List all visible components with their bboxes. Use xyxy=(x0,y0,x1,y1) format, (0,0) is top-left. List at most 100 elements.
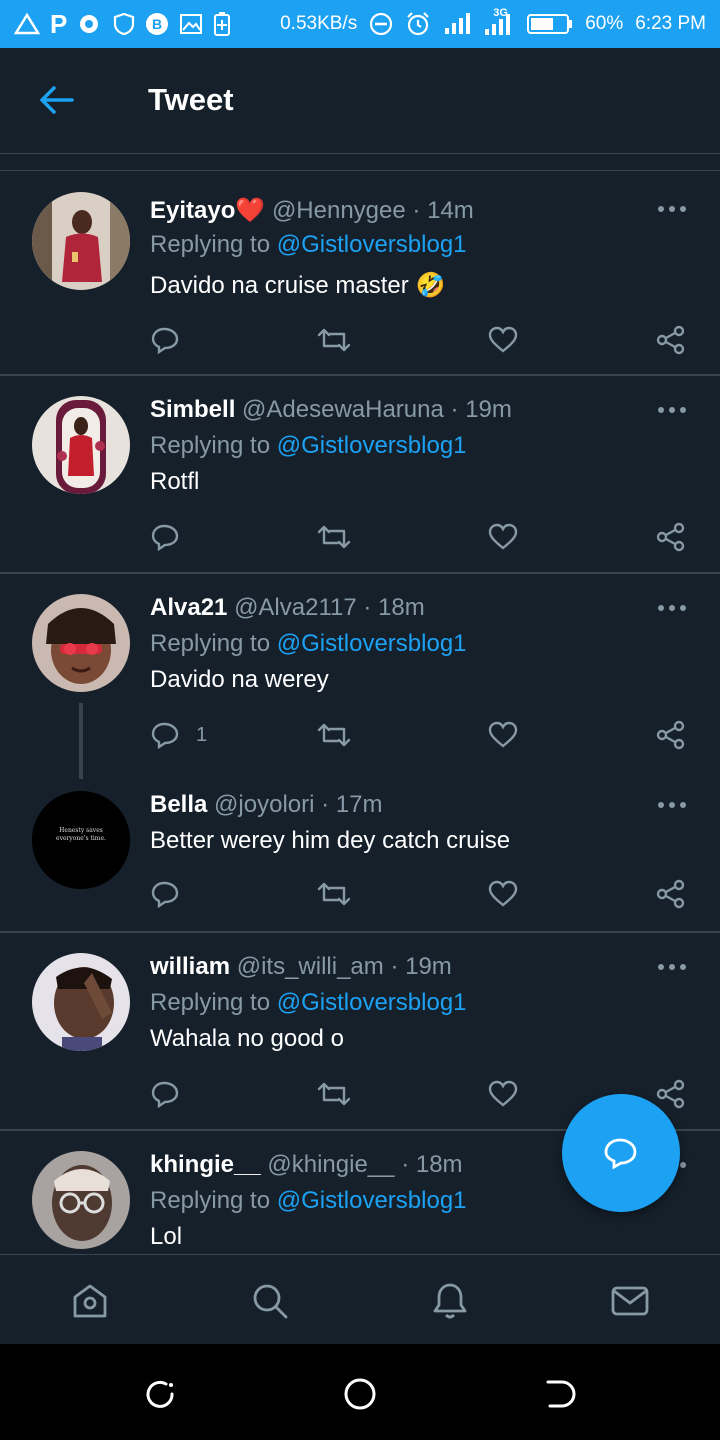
tweet-time: 18m xyxy=(415,1151,463,1178)
mention-link[interactable]: @Gistloversblog1 xyxy=(277,989,467,1016)
display-name[interactable]: Alva21 xyxy=(150,594,227,622)
page-title: Tweet xyxy=(148,82,234,117)
status-left-icons: P B xyxy=(14,11,231,37)
heart-icon xyxy=(488,1080,518,1107)
avatar[interactable] xyxy=(32,953,130,1051)
tweet-item[interactable]: Alva21 @Alva2117 · 18m Replying to @Gist… xyxy=(0,574,720,770)
mention-link[interactable]: @Gistloversblog1 xyxy=(277,1187,467,1214)
avatar-caption: Henesty saves everyone's time. xyxy=(56,827,106,842)
retweet-button[interactable] xyxy=(316,877,352,911)
share-button[interactable] xyxy=(656,520,686,554)
retweet-button[interactable] xyxy=(316,520,352,554)
heart-icon xyxy=(488,326,518,353)
display-name[interactable]: khingie__ xyxy=(150,1151,261,1179)
ellipsis-icon xyxy=(658,802,686,808)
mention-link[interactable]: @Gistloversblog1 xyxy=(277,231,467,258)
gallery-icon xyxy=(180,14,203,34)
recent-apps-button[interactable] xyxy=(142,1376,178,1412)
mention-link[interactable]: @Gistloversblog1 xyxy=(277,630,467,657)
retweet-button[interactable] xyxy=(316,1077,352,1111)
display-name[interactable]: Simbell xyxy=(150,396,235,424)
tweet-text: Wahala no good o xyxy=(150,1025,344,1052)
tweet-text: Lol xyxy=(150,1223,183,1250)
tweet-header: Simbell @AdesewaHaruna · 19m xyxy=(150,396,512,424)
user-handle[interactable]: @khingie__ xyxy=(267,1151,394,1179)
replying-to-label: Replying to xyxy=(150,231,271,258)
heart-icon xyxy=(488,880,518,907)
circle-home-icon xyxy=(344,1378,376,1410)
display-name[interactable]: Eyitayo❤️ xyxy=(150,196,265,225)
back-gesture-icon xyxy=(546,1380,576,1408)
user-handle[interactable]: @joyolori xyxy=(214,791,314,819)
mention-link[interactable]: @Gistloversblog1 xyxy=(277,432,467,459)
avatar[interactable] xyxy=(32,1151,130,1249)
retweet-button[interactable] xyxy=(316,718,352,752)
reply-feed[interactable]: Eyitayo❤️ @Hennygee · 14m Replying to @G… xyxy=(0,170,720,1254)
tweet-header: khingie__ @khingie__ · 18m xyxy=(150,1151,463,1179)
user-handle[interactable]: @Hennygee xyxy=(272,197,406,225)
more-options-button[interactable] xyxy=(656,598,688,618)
like-button[interactable] xyxy=(488,520,518,554)
tweet-time: 19m xyxy=(405,953,452,980)
more-options-button[interactable] xyxy=(656,400,688,420)
nav-notifications[interactable] xyxy=(430,1281,470,1321)
like-button[interactable] xyxy=(488,323,518,357)
back-button[interactable] xyxy=(38,84,78,116)
tweet-item[interactable]: Simbell @AdesewaHaruna · 19m Replying to… xyxy=(0,376,720,572)
tweet-time: 19m xyxy=(465,396,512,423)
home-system-button[interactable] xyxy=(342,1376,378,1412)
ellipsis-icon xyxy=(658,407,686,413)
speech-bubble-icon xyxy=(151,722,179,749)
compose-reply-button[interactable] xyxy=(562,1094,680,1212)
avatar[interactable] xyxy=(32,192,130,290)
warning-icon xyxy=(14,12,40,35)
replying-to-label: Replying to xyxy=(150,1187,271,1214)
like-button[interactable] xyxy=(488,718,518,752)
reply-button[interactable] xyxy=(150,520,180,554)
like-button[interactable] xyxy=(488,877,518,911)
nav-search[interactable] xyxy=(250,1281,290,1321)
reply-button[interactable] xyxy=(150,1077,180,1111)
share-button[interactable] xyxy=(656,718,686,752)
display-name[interactable]: Bella xyxy=(150,791,207,819)
reply-button[interactable] xyxy=(150,323,180,357)
user-handle[interactable]: @AdesewaHaruna xyxy=(242,396,444,424)
ellipsis-icon xyxy=(658,605,686,611)
speech-bubble-icon xyxy=(151,327,179,354)
more-options-button[interactable] xyxy=(656,199,688,219)
like-button[interactable] xyxy=(488,1077,518,1111)
back-system-button[interactable] xyxy=(542,1376,578,1412)
share-button[interactable] xyxy=(656,877,686,911)
avatar[interactable] xyxy=(32,594,130,692)
nav-messages[interactable] xyxy=(610,1281,650,1321)
reply-button[interactable]: 1 xyxy=(150,718,207,752)
tweet-text: Davido na werey xyxy=(150,666,329,693)
tweet-actions xyxy=(150,520,700,554)
separator-dot: · xyxy=(401,1151,410,1178)
tweet-item[interactable]: Eyitayo❤️ @Hennygee · 14m Replying to @G… xyxy=(0,171,720,374)
svg-text:B: B xyxy=(152,16,162,32)
more-options-button[interactable] xyxy=(656,795,688,815)
avatar[interactable] xyxy=(32,396,130,494)
shield-icon xyxy=(114,12,135,36)
share-button[interactable] xyxy=(656,323,686,357)
replying-to-label: Replying to xyxy=(150,432,271,459)
user-handle[interactable]: @its_willi_am xyxy=(237,953,384,981)
battery-icon xyxy=(527,14,573,34)
alarm-icon xyxy=(407,12,429,36)
nav-home[interactable] xyxy=(70,1281,110,1321)
more-options-button[interactable] xyxy=(656,957,688,977)
user-handle[interactable]: @Alva2117 xyxy=(234,594,357,622)
bottom-navigation xyxy=(0,1254,720,1344)
avatar[interactable]: Henesty saves everyone's time. xyxy=(32,791,130,889)
share-button[interactable] xyxy=(656,1077,686,1111)
display-name[interactable]: william xyxy=(150,953,230,981)
tweet-header: Bella @joyolori · 17m xyxy=(150,791,382,819)
retweet-button[interactable] xyxy=(316,323,352,357)
share-icon xyxy=(656,1079,685,1109)
speech-bubble-icon xyxy=(151,524,179,551)
thread-connector xyxy=(79,703,83,779)
reply-button[interactable] xyxy=(150,877,180,911)
tweet-actions: 1 xyxy=(150,718,700,752)
tweet-item[interactable]: Henesty saves everyone's time. Bella @jo… xyxy=(0,779,720,931)
